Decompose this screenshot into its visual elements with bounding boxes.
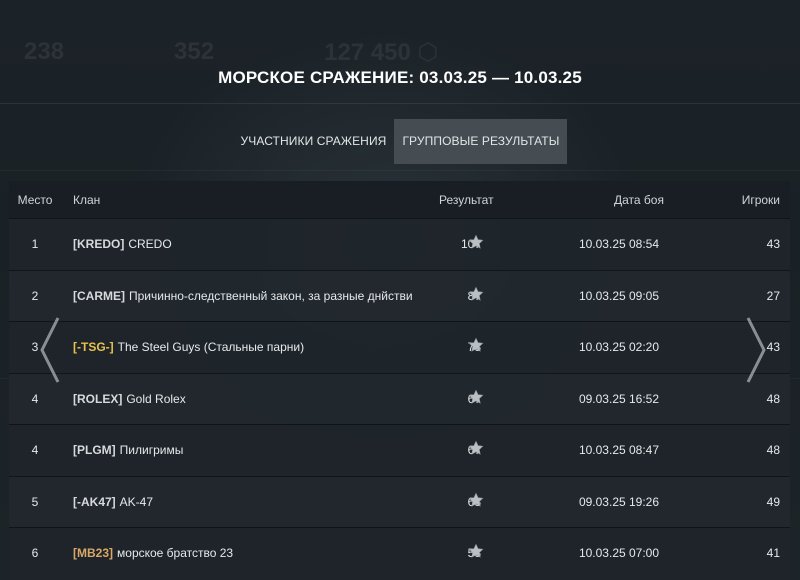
header-result[interactable]: Результат [439, 193, 494, 207]
header-clan[interactable]: Клан [73, 193, 100, 207]
row-date: 10.03.25 02:20 [578, 340, 660, 354]
clan-name[interactable]: CREDO [128, 237, 171, 251]
row-clan[interactable]: [KREDO] CREDO [73, 237, 172, 251]
row-date: 09.03.25 19:26 [578, 494, 660, 509]
table-row[interactable]: 5[-AK47]AK-476309.03.25 19:2649 [9, 475, 790, 527]
clan-name[interactable]: Пилигримы [120, 443, 184, 457]
star-icon [468, 440, 484, 456]
header-place[interactable]: Место [9, 193, 61, 207]
table-row[interactable]: 1 [KREDO] CREDO 107 10.03.25 08:54 43 [9, 218, 790, 269]
star-icon [468, 389, 484, 405]
clan-tag[interactable]: [CARME] [73, 289, 125, 303]
table-header: Место Клан Результат Дата боя Игроки [9, 181, 790, 218]
prev-arrow-button[interactable] [38, 316, 62, 384]
table-row[interactable]: 4[PLGM]Пилигримы6710.03.25 08:4748 [9, 424, 790, 475]
title-divider [0, 103, 800, 104]
row-date: 10.03.25 08:47 [578, 443, 660, 457]
row-players: 27 [766, 288, 780, 303]
row-date: 10.03.25 07:00 [578, 546, 660, 560]
row-players: 48 [766, 443, 780, 457]
clan-name[interactable]: The Steel Guys (Стальные парни) [118, 340, 304, 354]
row-date: 10.03.25 09:05 [578, 288, 660, 303]
row-date: 09.03.25 16:52 [578, 391, 660, 406]
table-row[interactable]: 4[ROLEX]Gold Rolex6709.03.25 16:5248 [9, 372, 790, 424]
header-players[interactable]: Игроки [742, 193, 780, 207]
row-players: 41 [766, 546, 780, 560]
clan-tag[interactable]: [ROLEX] [73, 392, 122, 406]
header-date[interactable]: Дата боя [589, 193, 689, 207]
clan-name[interactable]: Причинно-следственный закон, за разные д… [129, 289, 413, 303]
row-players: 49 [766, 494, 780, 509]
clan-name[interactable]: AK-47 [120, 495, 153, 509]
clan-tag[interactable]: [-AK47] [73, 495, 116, 509]
row-players: 48 [766, 391, 780, 406]
clan-tag[interactable]: [KREDO] [73, 237, 124, 251]
row-place: 4 [31, 443, 39, 457]
chevron-left-icon [40, 317, 60, 383]
row-date: 10.03.25 08:54 [578, 237, 660, 251]
row-players: 43 [766, 237, 780, 251]
tab-group-results[interactable]: ГРУППОВЫЕ РЕЗУЛЬТАТЫ [394, 119, 568, 164]
table-row[interactable]: 2 [CARME] Причинно-следственный закон, за … [9, 269, 790, 321]
row-clan[interactable]: [-AK47] AK-47 [73, 495, 153, 509]
row-place: 2 [31, 288, 39, 303]
row-clan[interactable]: [ROLEX] Gold Rolex [73, 392, 186, 406]
star-icon [468, 337, 484, 353]
row-clan[interactable]: [MB23] морское братство 23 [73, 546, 233, 560]
clan-tag[interactable]: [PLGM] [73, 443, 116, 457]
row-clan[interactable]: [-TSG-] The Steel Guys (Стальные парни) [73, 340, 304, 354]
clan-tag[interactable]: [MB23] [73, 546, 113, 560]
star-icon [468, 286, 484, 302]
chevron-right-icon [746, 317, 766, 383]
star-icon [468, 234, 484, 250]
star-icon [468, 543, 484, 559]
clan-name[interactable]: морское братство 23 [117, 546, 233, 560]
row-clan[interactable]: [PLGM] Пилигримы [73, 443, 183, 457]
row-place: 6 [31, 546, 39, 560]
clan-tag[interactable]: [-TSG-] [73, 340, 114, 354]
page-title: МОРСКОЕ СРАЖЕНИЕ: 03.03.25 — 10.03.25 [218, 68, 582, 87]
next-arrow-button[interactable] [744, 316, 768, 384]
table-row[interactable]: 6[MB23]морское братство 235310.03.25 07:… [9, 527, 790, 578]
battle-results-overlay: МОРСКОЕ СРАЖЕНИЕ: 03.03.25 — 10.03.25 УЧ… [0, 0, 800, 580]
row-players: 43 [766, 340, 780, 354]
row-place: 4 [31, 391, 39, 406]
table-row[interactable]: 3[-TSG-]The Steel Guys (Стальные парни)7… [9, 321, 790, 372]
tab-bar: УЧАСТНИКИ СРАЖЕНИЯ ГРУППОВЫЕ РЕЗУЛЬТАТЫ [0, 119, 800, 164]
tab-participants[interactable]: УЧАСТНИКИ СРАЖЕНИЯ [233, 119, 395, 164]
clan-name[interactable]: Gold Rolex [126, 392, 185, 406]
row-place: 5 [31, 494, 39, 509]
row-place: 1 [31, 237, 39, 251]
star-icon [468, 492, 484, 508]
row-clan[interactable]: [CARME] Причинно-следственный закон, за р… [73, 289, 413, 303]
results-table: Место Клан Результат Дата боя Игроки 1 [K… [9, 181, 790, 580]
